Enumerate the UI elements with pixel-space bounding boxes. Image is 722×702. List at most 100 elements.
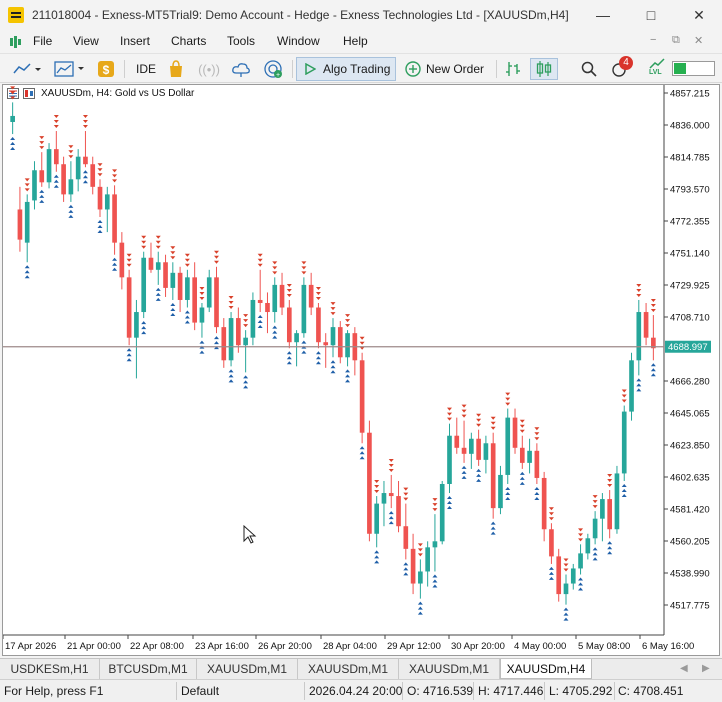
buy-arrow (243, 380, 249, 384)
status-profile[interactable]: Default (181, 684, 219, 698)
sell-arrow (417, 553, 423, 557)
buy-arrow (82, 180, 88, 184)
buy-arrow (345, 374, 351, 378)
sell-arrow (243, 314, 249, 318)
buy-arrow (155, 297, 161, 301)
candle-body (585, 538, 591, 554)
sell-arrow (403, 497, 409, 501)
sell-arrow (403, 492, 409, 496)
minimize-button[interactable]: — (580, 4, 626, 26)
sell-arrow (301, 266, 307, 270)
buy-arrow (534, 486, 540, 490)
close-button[interactable]: ✕ (676, 4, 722, 26)
toolbar: $ IDE ((•)) + Algo Trading New Order 4 L… (0, 53, 722, 83)
buy-arrow (592, 552, 598, 556)
buy-arrow (592, 557, 598, 561)
sell-arrow (155, 235, 161, 239)
sell-arrow (374, 490, 380, 494)
mdi-minimize-icon[interactable]: − (650, 34, 656, 46)
candle-body (32, 170, 37, 201)
new-order-icon[interactable] (404, 58, 422, 80)
sell-arrow (621, 394, 627, 398)
candle-body (214, 277, 219, 328)
menu-file[interactable]: File (33, 34, 52, 48)
algo-trading-label: Algo Trading (323, 62, 391, 76)
buy-arrow (490, 531, 496, 535)
community-icon[interactable]: + (262, 58, 284, 80)
candles-group (10, 102, 656, 605)
tab-usdkesm-h1[interactable]: USDKESm,H1 (0, 659, 100, 679)
candle-body (17, 209, 23, 240)
price-tick-label: 4729.925 (670, 281, 710, 292)
tab-xauusdm-h4[interactable]: XAUUSDm,H4 (500, 659, 592, 679)
indicators-icon[interactable] (52, 58, 88, 80)
tab-scroll-left-icon[interactable]: ◀ (680, 663, 688, 674)
sell-arrow (578, 528, 584, 532)
tab-xauusdm-m1[interactable]: XAUUSDm,M1 (197, 659, 298, 679)
candle-body (425, 547, 430, 572)
notification-badge: 4 (619, 56, 633, 70)
candle-body (83, 156, 88, 165)
buy-arrow (257, 325, 263, 329)
menu-view[interactable]: View (73, 34, 99, 48)
buy-arrow (330, 370, 336, 374)
price-chart[interactable]: 4857.215 4836.000 4814.785 4793.570 4772.355… (3, 85, 719, 655)
signal-level-icon[interactable]: LVL (648, 58, 666, 80)
candle-body (163, 262, 168, 288)
buy-arrow (548, 576, 554, 580)
menu-insert[interactable]: Insert (120, 34, 150, 48)
tab-xauusdm-m1[interactable]: XAUUSDm,M1 (298, 659, 399, 679)
price-tick-label: 4814.785 (670, 153, 710, 164)
sell-arrow (68, 145, 74, 149)
price-tick-label: 4793.570 (670, 185, 710, 196)
candlestick-chart-icon[interactable] (530, 58, 558, 80)
ide-button[interactable]: IDE (136, 62, 156, 76)
status-high: H: 4717.446 (478, 684, 544, 698)
chart-window[interactable]: XAUUSDm, H4: Gold vs US Dollar 4857.215 4… (2, 84, 720, 656)
sell-arrow (315, 296, 321, 300)
buy-arrow (461, 470, 467, 474)
price-tick-label: 4623.850 (670, 441, 710, 452)
sell-arrow (126, 263, 132, 267)
buy-arrow (359, 456, 365, 460)
candle-body (629, 360, 634, 412)
buy-arrow (403, 572, 409, 576)
vps-cloud-icon[interactable] (230, 58, 252, 80)
algo-trading-button[interactable]: Algo Trading (296, 57, 396, 81)
sell-arrow (519, 419, 525, 423)
sell-arrow (257, 263, 263, 267)
buy-arrow (82, 170, 88, 174)
mdi-close-icon[interactable]: ✕ (694, 34, 703, 47)
buy-arrow (272, 330, 278, 334)
sell-arrow (607, 474, 613, 478)
candle-body (119, 242, 125, 278)
new-order-button[interactable]: New Order (426, 62, 484, 76)
sell-arrow (286, 288, 292, 292)
tab-btcusdm-m1[interactable]: BTCUSDm,M1 (100, 659, 197, 679)
line-chart-icon[interactable] (10, 58, 44, 80)
buy-arrow (199, 350, 205, 354)
menu-tools[interactable]: Tools (227, 34, 255, 48)
menu-help[interactable]: Help (343, 34, 368, 48)
dollar-icon[interactable]: $ (96, 58, 116, 80)
buy-arrow (345, 379, 351, 383)
sell-arrow (199, 296, 205, 300)
tab-xauusdm-m1[interactable]: XAUUSDm,M1 (399, 659, 500, 679)
market-icon[interactable] (166, 58, 186, 80)
sell-arrow (228, 296, 234, 300)
bar-chart-icon[interactable] (502, 58, 524, 80)
menu-window[interactable]: Window (277, 34, 320, 48)
search-icon[interactable] (580, 58, 598, 80)
menu-charts[interactable]: Charts (171, 34, 206, 48)
sell-arrow (650, 309, 656, 313)
candle-body (367, 432, 372, 534)
buy-arrow (272, 325, 278, 329)
candle-body (505, 417, 511, 475)
sell-arrow (141, 240, 147, 244)
buy-arrow (155, 287, 161, 291)
tab-scroll-right-icon[interactable]: ▶ (702, 663, 710, 674)
signals-icon[interactable]: ((•)) (198, 58, 220, 80)
maximize-button[interactable]: □ (628, 4, 674, 26)
buy-arrow (578, 587, 584, 591)
mdi-restore-icon[interactable]: ⧉ (672, 34, 680, 47)
